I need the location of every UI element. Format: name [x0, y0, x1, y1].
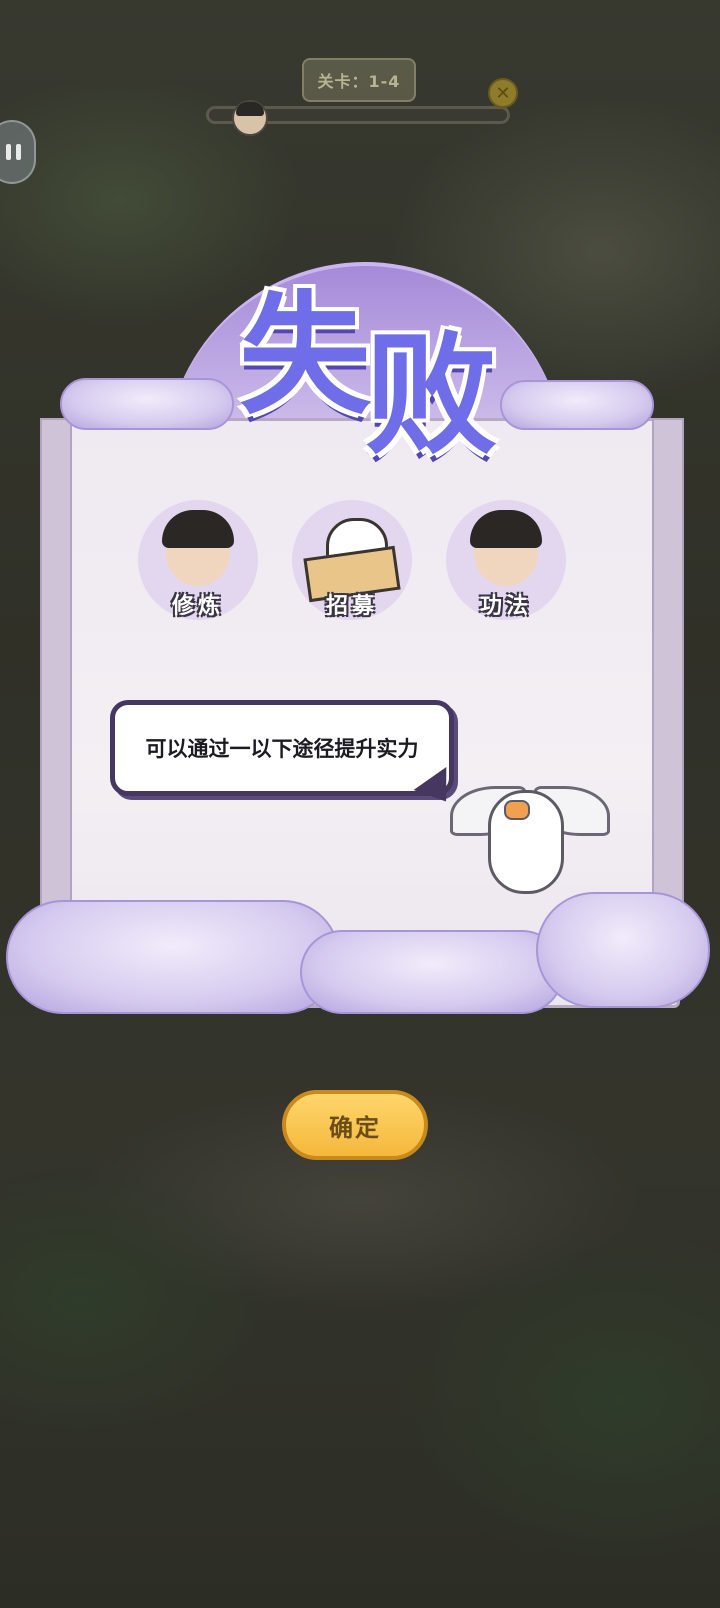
confirm-button[interactable]: 确定: [282, 1090, 428, 1160]
goal-coin-icon: ✕: [488, 78, 518, 108]
option-label: 功法: [479, 594, 532, 619]
title-char-1: 失: [239, 279, 371, 433]
scroll-edge-left: [40, 418, 72, 922]
cultivate-icon: [162, 510, 234, 586]
pause-icon: [6, 144, 11, 160]
tip-speech-bubble: 可以通过一以下途径提升实力: [110, 700, 454, 796]
option-cultivate-button[interactable]: 修炼: [138, 500, 258, 620]
cloud-decoration-bottom-center: [300, 930, 564, 1014]
cloud-decoration-bottom-left: [6, 900, 340, 1014]
option-skill-button[interactable]: 功法: [446, 500, 566, 620]
tip-text: 可以通过一以下途径提升实力: [145, 737, 419, 761]
pause-button[interactable]: [0, 120, 36, 184]
cloud-decoration-bottom-right: [536, 892, 710, 1008]
title-char-2: 败: [365, 319, 497, 473]
option-label: 修炼: [171, 594, 224, 619]
scroll-edge-right: [652, 418, 684, 922]
mascot-beak: [504, 800, 530, 820]
option-label: 招募: [325, 594, 378, 619]
defeat-title: 失败: [195, 290, 535, 462]
skill-book-icon: [470, 510, 542, 586]
player-progress-avatar-icon: [232, 100, 268, 136]
level-label: 关卡：1-4: [302, 58, 416, 102]
option-recruit-button[interactable]: 招募: [292, 500, 412, 620]
